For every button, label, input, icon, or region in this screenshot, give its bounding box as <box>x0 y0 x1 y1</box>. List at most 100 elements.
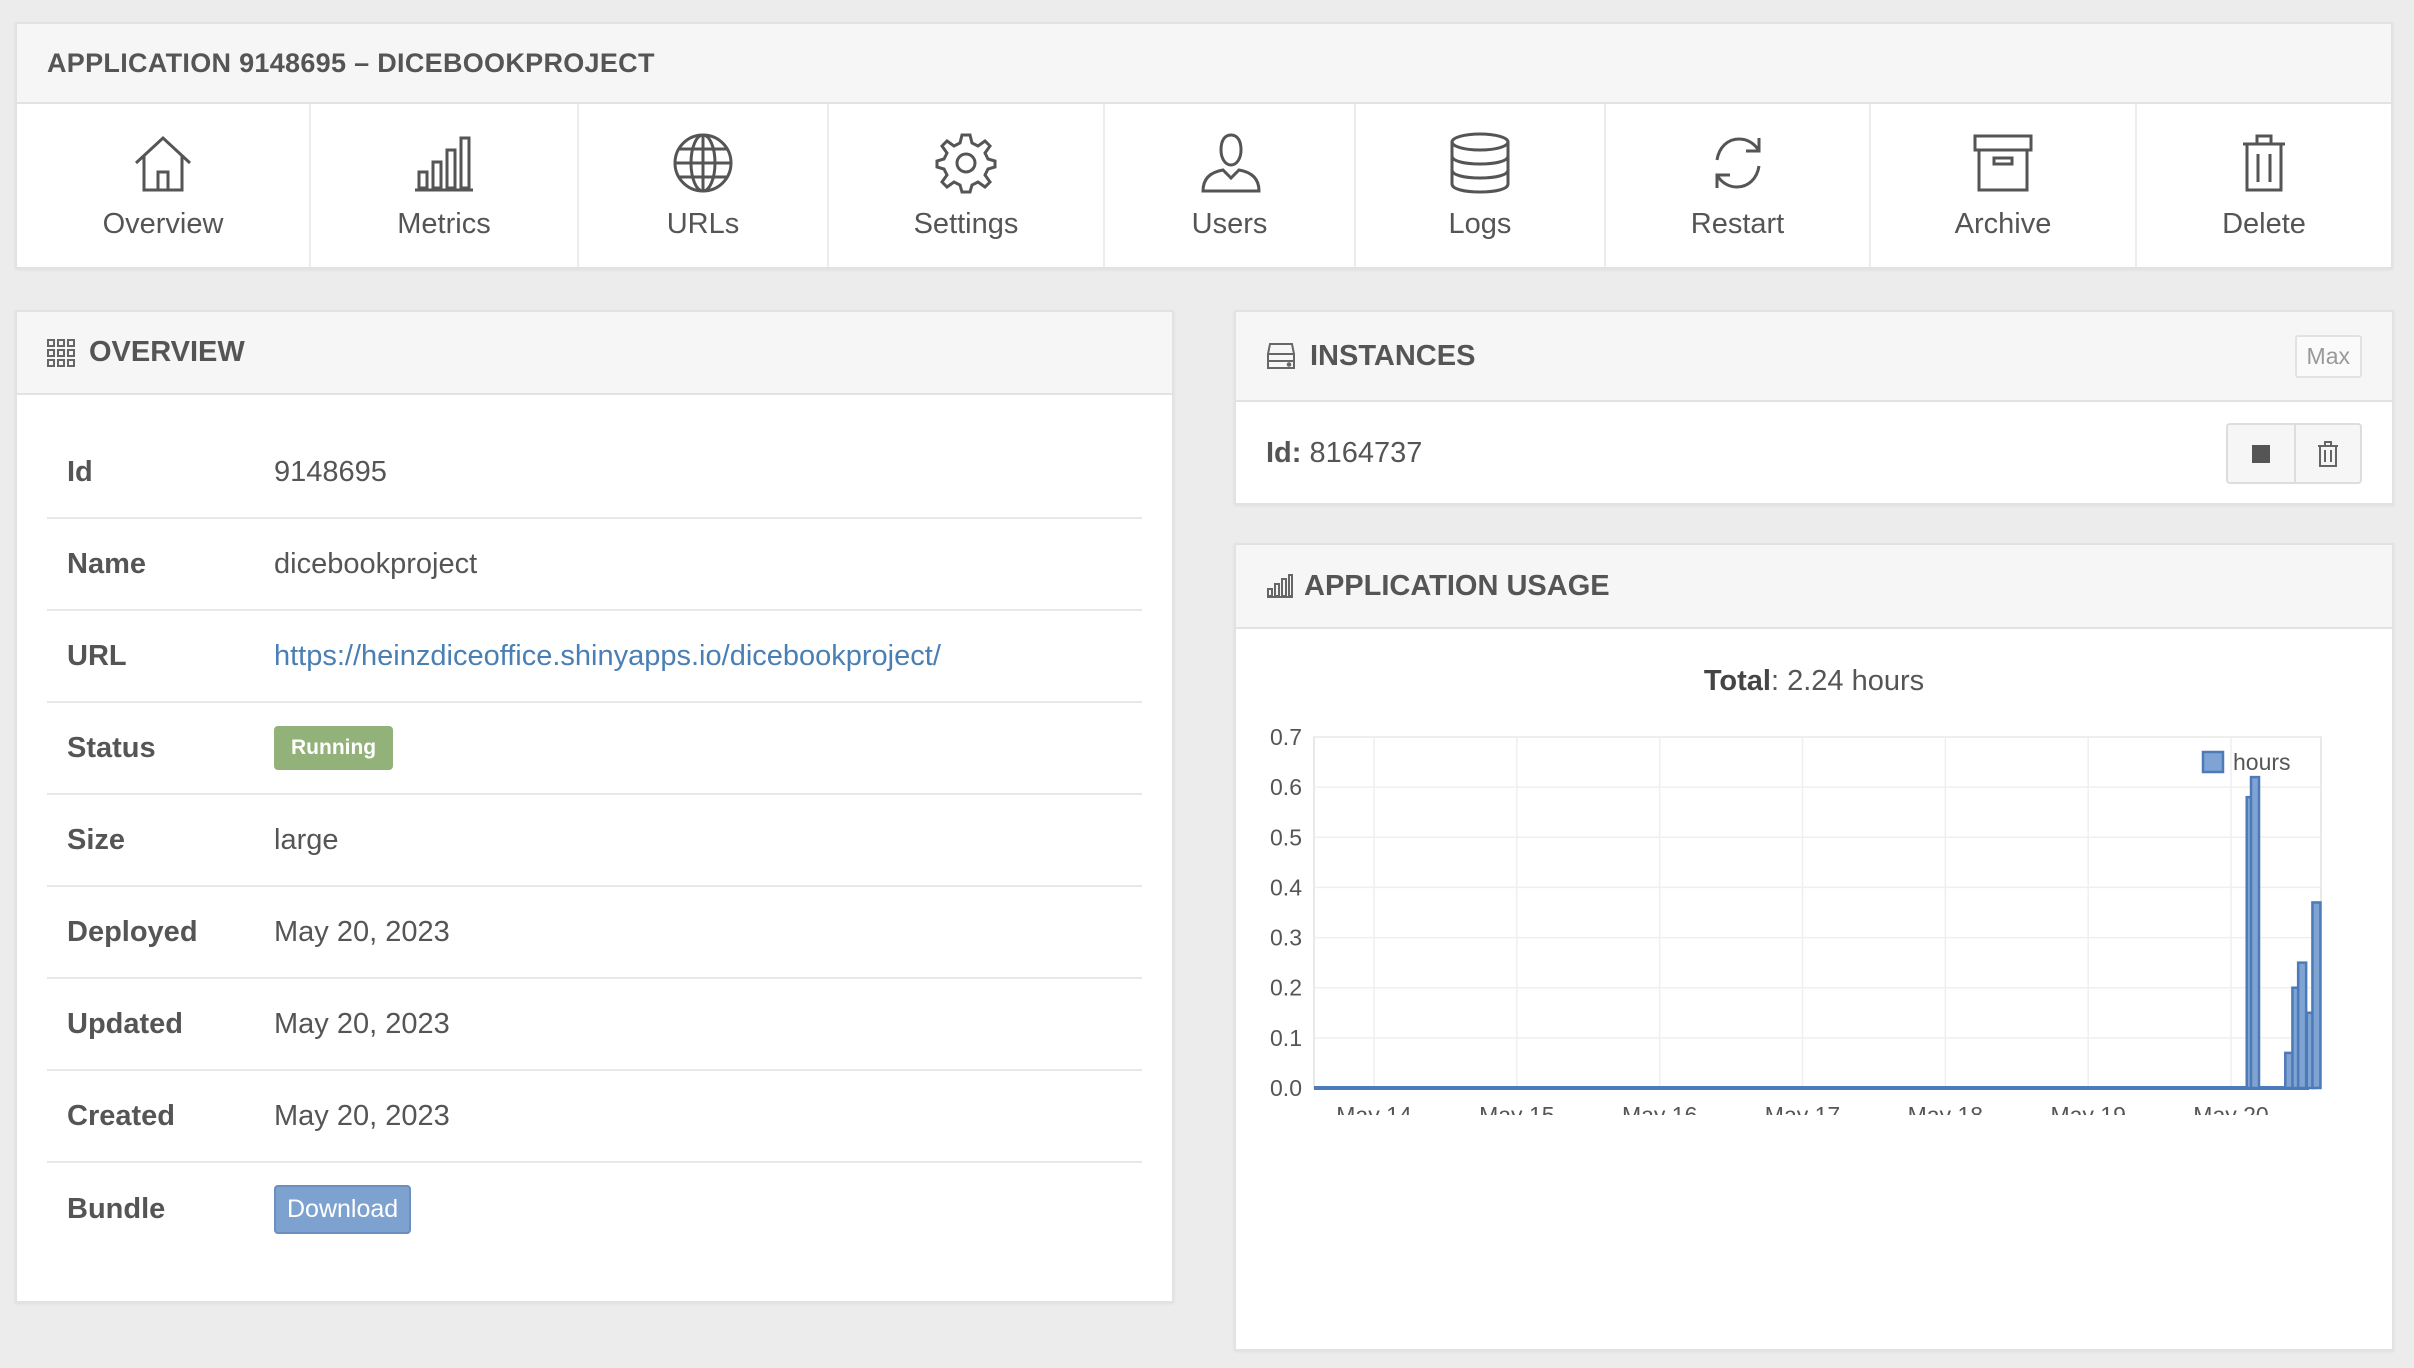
overview-label: Overview <box>102 208 224 240</box>
user-icon <box>1200 133 1261 193</box>
bar <box>2311 901 2322 1090</box>
updated-key: Updated <box>67 1007 183 1040</box>
instances-panel: INSTANCES Max Id: 8164737 <box>1234 310 2394 505</box>
application-title: APPLICATION 9148695 – DICEBOOKPROJECT <box>47 47 655 78</box>
x-tick-label: May 19 <box>2050 1102 2125 1115</box>
id-value: 9148695 <box>274 455 387 488</box>
download-button[interactable]: Download <box>274 1184 412 1234</box>
instances-header: INSTANCES Max <box>1236 312 2392 402</box>
delete-button[interactable]: Delete <box>2137 104 2391 267</box>
x-tick-label: May 17 <box>1765 1102 1840 1115</box>
legend-swatch <box>2201 750 2225 774</box>
y-tick-label: 0.3 <box>1270 925 1302 951</box>
delete-instance-button[interactable] <box>2294 425 2360 482</box>
bar-chart-icon <box>415 136 473 192</box>
bar <box>2249 775 2261 1090</box>
bar-chart-icon <box>1266 574 1294 598</box>
name-key: Name <box>67 547 146 580</box>
instances-title: INSTANCES <box>1310 339 1476 372</box>
deployed-value: May 20, 2023 <box>274 915 450 948</box>
overview-row-updated: Updated May 20, 2023 <box>47 979 1142 1071</box>
overview-button[interactable]: Overview <box>17 104 311 267</box>
overview-row-status: Status Running <box>47 703 1142 795</box>
y-tick-label: 0.7 <box>1270 724 1302 750</box>
usage-panel: APPLICATION USAGE Total: 2.24 hours 0.0 0… <box>1234 543 2394 1351</box>
stop-icon <box>2252 444 2270 463</box>
y-tick-label: 0.1 <box>1270 1025 1302 1051</box>
overview-row-name: Name dicebookproject <box>47 519 1142 611</box>
status-key: Status <box>67 731 156 764</box>
instance-id: Id: 8164737 <box>1266 437 1422 470</box>
logs-button[interactable]: Logs <box>1356 104 1606 267</box>
refresh-icon <box>1715 137 1760 189</box>
overview-row-created: Created May 20, 2023 <box>47 1071 1142 1163</box>
usage-total: Total: 2.24 hours <box>1236 665 2392 698</box>
settings-button[interactable]: Settings <box>829 104 1105 267</box>
y-tick-label: 0.4 <box>1270 874 1302 900</box>
application-header: APPLICATION 9148695 – DICEBOOKPROJECT <box>17 24 2391 104</box>
restart-button[interactable]: Restart <box>1606 104 1871 267</box>
archive-label: Archive <box>1954 208 2052 240</box>
usage-total-label: Total <box>1703 665 1771 697</box>
logs-label: Logs <box>1448 208 1512 240</box>
y-tick-label: 0.2 <box>1270 975 1302 1001</box>
bar <box>2296 961 2308 1090</box>
settings-label: Settings <box>913 208 1019 240</box>
overview-row-size: Size large <box>47 795 1142 887</box>
overview-row-bundle: Bundle Download <box>47 1163 1142 1255</box>
grid-icon <box>47 338 75 367</box>
url-key: URL <box>67 639 127 672</box>
database-icon <box>1450 132 1510 194</box>
metrics-button[interactable]: Metrics <box>311 104 579 267</box>
usage-chart: 0.0 0.1 0.2 0.3 0.4 0.5 0.6 0.7 May 14 May 15 May … <box>1270 724 2322 1115</box>
usage-total-value: : 2.24 hours <box>1770 665 1925 697</box>
instance-id-value: 8164737 <box>1309 437 1423 469</box>
usage-header: APPLICATION USAGE <box>1236 545 2392 629</box>
trash-icon <box>2243 134 2285 192</box>
instance-id-label: Id: <box>1266 437 1302 469</box>
metrics-label: Metrics <box>397 208 491 240</box>
status-badge: Running <box>274 726 394 770</box>
id-key: Id <box>67 455 93 488</box>
deployed-key: Deployed <box>67 915 198 948</box>
plot-area <box>1313 736 2322 1089</box>
overview-row-id: Id 9148695 <box>47 427 1142 519</box>
users-label: Users <box>1191 208 1268 240</box>
x-tick-label: May 14 <box>1336 1102 1412 1115</box>
max-button[interactable]: Max <box>2294 334 2362 378</box>
instance-actions <box>2226 423 2362 484</box>
created-value: May 20, 2023 <box>274 1099 450 1132</box>
name-value: dicebookproject <box>274 547 478 580</box>
stop-instance-button[interactable] <box>2228 425 2294 482</box>
overview-header: OVERVIEW <box>17 312 1172 395</box>
overview-row-url: URL https://heinzdiceoffice.shinyapps.io… <box>47 611 1142 703</box>
gear-icon <box>935 133 997 194</box>
updated-value: May 20, 2023 <box>274 1007 450 1040</box>
application-toolbar: Overview Metrics URLs Settings Users Log… <box>17 104 2391 267</box>
home-icon <box>134 135 192 192</box>
x-tick-label: May 15 <box>1479 1102 1554 1115</box>
legend-label: hours <box>2233 749 2291 775</box>
overview-table: Id 9148695 Name dicebookproject URL http… <box>47 427 1142 1255</box>
users-button[interactable]: Users <box>1105 104 1356 267</box>
x-tick-label: May 16 <box>1622 1102 1697 1115</box>
app-url-link[interactable]: https://heinzdiceoffice.shinyapps.io/dic… <box>274 640 941 672</box>
size-key: Size <box>67 823 126 856</box>
archive-icon <box>1973 134 2033 192</box>
restart-label: Restart <box>1690 208 1785 240</box>
urls-button[interactable]: URLs <box>579 104 829 267</box>
application-panel: APPLICATION 9148695 – DICEBOOKPROJECT Ov… <box>15 22 2393 269</box>
bundle-key: Bundle <box>67 1192 166 1225</box>
created-key: Created <box>67 1099 175 1132</box>
y-tick-label: 0.6 <box>1270 774 1302 800</box>
archive-button[interactable]: Archive <box>1871 104 2137 267</box>
delete-label: Delete <box>2222 208 2306 240</box>
x-tick-label: May 20 <box>2193 1102 2268 1115</box>
overview-row-deployed: Deployed May 20, 2023 <box>47 887 1142 979</box>
globe-icon <box>673 133 733 193</box>
size-value: large <box>274 823 339 856</box>
x-tick-label: May 18 <box>1908 1102 1983 1115</box>
usage-title: APPLICATION USAGE <box>1304 569 1610 602</box>
server-icon <box>1266 342 1296 370</box>
trash-icon <box>2318 440 2338 467</box>
